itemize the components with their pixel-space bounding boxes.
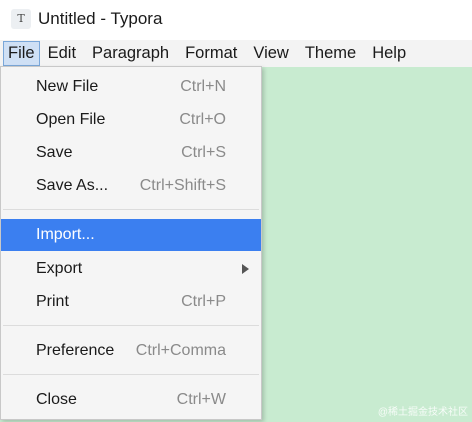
title-bar: T Untitled - Typora — [0, 0, 472, 38]
typora-app-icon: T — [11, 9, 31, 29]
menu-item-shortcut: Ctrl+W — [176, 391, 226, 408]
menu-format[interactable]: Format — [177, 41, 245, 66]
menu-paragraph[interactable]: Paragraph — [84, 41, 177, 66]
menu-item-import[interactable]: Import... — [1, 219, 261, 251]
menu-item-label: Save As... — [36, 177, 109, 194]
menu-item-shortcut: Ctrl+P — [181, 293, 226, 310]
menu-item-preference[interactable]: Preference Ctrl+Comma — [1, 335, 261, 367]
menu-file[interactable]: File — [3, 41, 40, 66]
menu-item-label: Print — [36, 293, 69, 310]
menu-item-label: Export — [36, 260, 83, 277]
menu-item-shortcut: Ctrl+S — [181, 144, 226, 161]
menu-view[interactable]: View — [245, 41, 296, 66]
menu-item-export[interactable]: Export — [1, 253, 261, 285]
menu-item-label: Save — [36, 144, 73, 161]
menu-separator — [3, 325, 259, 326]
menu-item-shortcut: Ctrl+N — [180, 78, 226, 95]
window-title: Untitled - Typora — [38, 9, 163, 28]
menu-item-label: Import... — [36, 226, 95, 243]
menu-separator — [3, 374, 259, 375]
menu-item-shortcut: Ctrl+Shift+S — [139, 177, 226, 194]
menu-item-label: New File — [36, 78, 99, 95]
menu-item-new-file[interactable]: New File Ctrl+N — [1, 71, 261, 103]
menu-item-save[interactable]: Save Ctrl+S — [1, 137, 261, 169]
menu-theme[interactable]: Theme — [297, 41, 364, 66]
submenu-arrow-icon — [242, 264, 249, 274]
menu-item-label: Open File — [36, 111, 106, 128]
file-menu-dropdown: New File Ctrl+N Open File Ctrl+O Save Ct… — [0, 66, 262, 420]
menu-item-label: Close — [36, 391, 77, 408]
watermark: @稀土掘金技术社区 — [377, 407, 468, 418]
menu-separator — [3, 209, 259, 210]
menu-edit[interactable]: Edit — [40, 41, 84, 66]
menu-item-save-as[interactable]: Save As... Ctrl+Shift+S — [1, 170, 261, 202]
menu-item-open-file[interactable]: Open File Ctrl+O — [1, 104, 261, 136]
menu-item-shortcut: Ctrl+Comma — [135, 342, 226, 359]
menubar: File Edit Paragraph Format View Theme He… — [0, 40, 472, 67]
menu-item-label: Preference — [36, 342, 115, 359]
menu-item-shortcut: Ctrl+O — [179, 111, 226, 128]
menu-item-close[interactable]: Close Ctrl+W — [1, 384, 261, 416]
menu-help[interactable]: Help — [364, 41, 414, 66]
menu-item-print[interactable]: Print Ctrl+P — [1, 286, 261, 318]
